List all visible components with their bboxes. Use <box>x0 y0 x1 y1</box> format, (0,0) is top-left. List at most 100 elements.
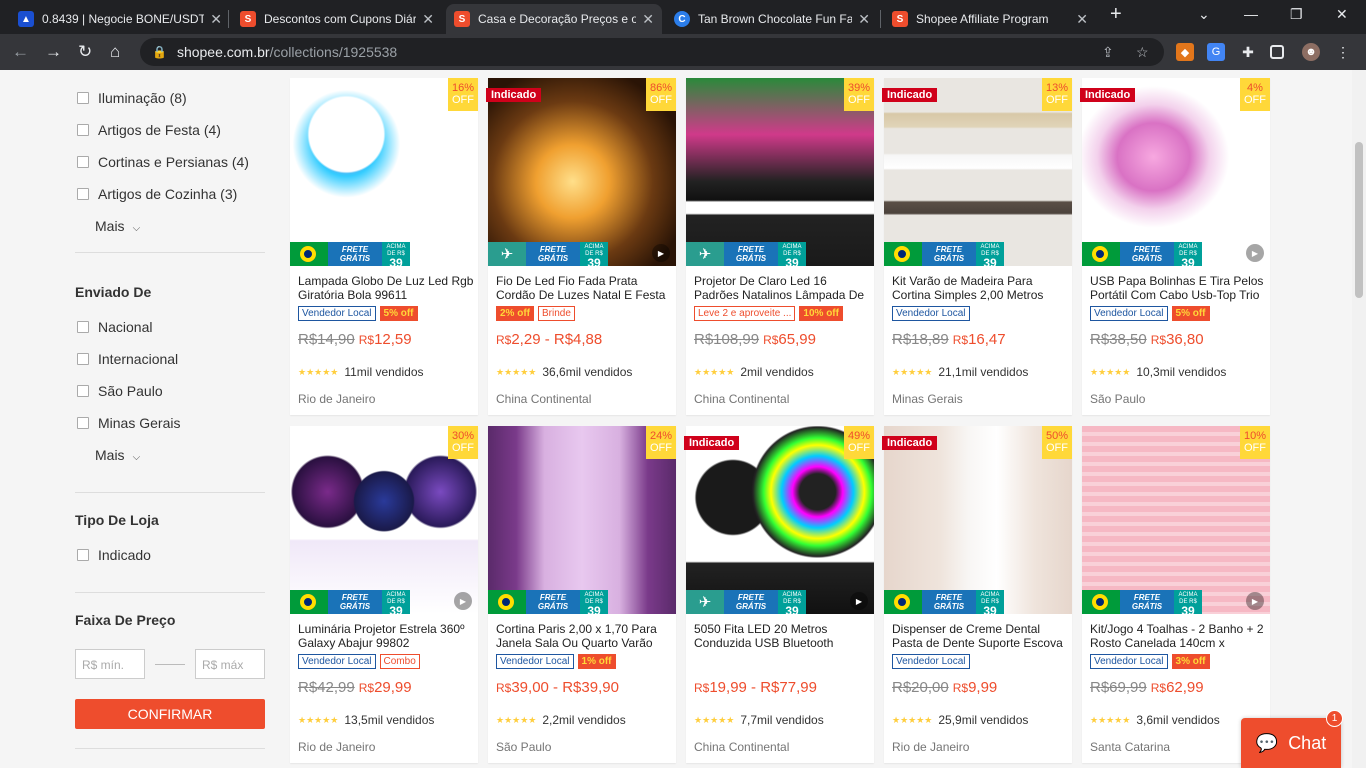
filter-nacional[interactable]: Nacional <box>77 319 152 335</box>
checkbox[interactable] <box>77 124 89 136</box>
product-name[interactable]: Luminária Projetor Estrela 360º Galaxy A… <box>298 622 474 650</box>
checkbox[interactable] <box>77 321 89 333</box>
browser-menu-icon[interactable]: ⋮ <box>1334 43 1352 61</box>
rating-row: ★★★★★ 11mil vendidos <box>298 365 424 379</box>
checkbox[interactable] <box>77 417 89 429</box>
indicado-badge: Indicado <box>684 436 740 450</box>
new-tab-icon[interactable]: + <box>1110 3 1122 26</box>
checkbox[interactable] <box>77 549 89 561</box>
page-scrollbar[interactable] <box>1352 70 1366 768</box>
product-card[interactable]: 10% OFF FRETE GRÁTIS ACIMA DE R$ 39 ▶ Kit/Jo… <box>1082 426 1270 763</box>
bookmark-star-icon[interactable]: ☆ <box>1136 44 1149 61</box>
metamask-extension-icon[interactable]: ◆ <box>1176 43 1194 61</box>
acima-value: 39 <box>785 604 799 618</box>
tab-casa-decoracao[interactable]: S Casa e Decoração Preços e ofertas ✕ <box>446 4 662 34</box>
frete-line1: FRETE <box>1133 245 1161 254</box>
close-window-icon[interactable]: ✕ <box>1336 6 1348 23</box>
filter-indicado[interactable]: Indicado <box>77 547 151 563</box>
back-arrow-icon[interactable]: ← <box>12 42 29 62</box>
filter-category-cozinha[interactable]: Artigos de Cozinha (3) <box>77 186 237 202</box>
filter-category-artigos-festa[interactable]: Artigos de Festa (4) <box>77 122 221 138</box>
product-price: R$14,90 R$12,59 <box>298 331 412 348</box>
brazil-flag-icon <box>884 590 922 614</box>
video-play-icon[interactable]: ▶ <box>652 244 670 262</box>
scrollbar-thumb[interactable] <box>1355 142 1363 298</box>
filter-minas-gerais[interactable]: Minas Gerais <box>77 415 180 431</box>
minimize-icon[interactable]: — <box>1244 6 1258 22</box>
product-name[interactable]: Projetor De Claro Led 16 Padrões Natalin… <box>694 274 870 302</box>
product-name[interactable]: Kit/Jogo 4 Toalhas - 2 Banho + 2 Rosto C… <box>1090 622 1266 650</box>
video-play-icon[interactable]: ▶ <box>454 592 472 610</box>
product-card[interactable]: Indicado 13% OFF FRETE GRÁTIS ACIMA DE R$ 39… <box>882 78 1072 415</box>
extensions-puzzle-icon[interactable]: ✚ <box>1239 43 1257 61</box>
address-bar[interactable]: 🔒 shopee.com.br /collections/1925538 ⇪ ☆ <box>140 38 1164 66</box>
price-max-input[interactable]: R$ máx <box>195 649 265 679</box>
product-name[interactable]: Fio De Led Fio Fada Prata Cordão De Luze… <box>496 274 672 302</box>
tab-tan-brown[interactable]: C Tan Brown Chocolate Fun Facts ✕ <box>666 4 878 34</box>
checkbox[interactable] <box>77 353 89 365</box>
product-name[interactable]: USB Papa Bolinhas E Tira Pelos Portátil … <box>1090 274 1266 302</box>
currency: R$ <box>1150 333 1167 347</box>
acima-label: ACIMA DE R$ 39 <box>976 590 1004 617</box>
tab-search-chevron-icon[interactable]: ⌄ <box>1198 6 1210 23</box>
profile-avatar[interactable]: ☻ <box>1302 43 1320 61</box>
product-card[interactable]: Indicado 86% OFF ✈ FRETE GRÁTIS ACIMA DE R$ 3… <box>486 78 676 415</box>
video-play-icon[interactable]: ▶ <box>850 592 868 610</box>
product-card[interactable]: 39% OFF ✈ FRETE GRÁTIS ACIMA DE R$ 39 Projeto… <box>686 78 874 415</box>
frete-gratis-banner: ✈ FRETE GRÁTIS ACIMA DE R$ 39 <box>686 590 806 618</box>
price-min-input[interactable]: R$ mín. <box>75 649 145 679</box>
product-card[interactable]: 24% OFF FRETE GRÁTIS ACIMA DE R$ 39 Cortina … <box>488 426 676 763</box>
chat-button[interactable]: 💬 Chat <box>1241 718 1341 768</box>
filter-sao-paulo[interactable]: São Paulo <box>77 383 163 399</box>
checkbox[interactable] <box>77 385 89 397</box>
reload-icon[interactable]: ↻ <box>78 42 92 62</box>
close-tab-icon[interactable]: ✕ <box>642 11 654 28</box>
side-panel-icon[interactable] <box>1270 45 1284 59</box>
forward-arrow-icon[interactable]: → <box>45 42 62 62</box>
five-stars-icon: ★★★★★ <box>694 714 735 725</box>
checkbox[interactable] <box>77 188 89 200</box>
five-stars-icon: ★★★★★ <box>298 714 339 725</box>
video-play-icon[interactable]: ▶ <box>1246 592 1264 610</box>
close-tab-icon[interactable]: ✕ <box>422 11 434 28</box>
product-card[interactable]: 30% OFF FRETE GRÁTIS ACIMA DE R$ 39 ▶ Luminá… <box>290 426 478 763</box>
close-tab-icon[interactable]: ✕ <box>1076 11 1088 28</box>
video-play-icon[interactable]: ▶ <box>1246 244 1264 262</box>
acima-value: 39 <box>785 256 799 270</box>
acima-label: ACIMA DE R$ 39 <box>1174 242 1202 269</box>
shopee-affiliate-favicon-icon: S <box>892 11 908 27</box>
filter-internacional[interactable]: Internacional <box>77 351 178 367</box>
product-name[interactable]: Kit Varão de Madeira Para Cortina Simple… <box>892 274 1068 302</box>
close-tab-icon[interactable]: ✕ <box>858 11 870 28</box>
share-icon[interactable]: ⇪ <box>1102 44 1114 61</box>
enviado-more-button[interactable]: Mais ⌵ <box>95 447 140 463</box>
filter-category-iluminacao[interactable]: Iluminação (8) <box>77 90 187 106</box>
tab-descontos-cupons[interactable]: S Descontos com Cupons Diários ✕ <box>232 4 442 34</box>
restore-icon[interactable]: ❐ <box>1290 6 1303 23</box>
product-name[interactable]: 5050 Fita LED 20 Metros Conduzida USB Bl… <box>694 622 870 650</box>
google-translate-icon[interactable]: G <box>1207 43 1225 61</box>
discount-badge: 50% OFF <box>1042 426 1072 459</box>
checkbox[interactable] <box>77 92 89 104</box>
home-icon[interactable]: ⌂ <box>110 42 120 62</box>
product-card[interactable]: Indicado 4% OFF FRETE GRÁTIS ACIMA DE R$ 39 … <box>1080 78 1270 415</box>
tab-shopee-affiliate[interactable]: S Shopee Affiliate Program ✕ <box>884 4 1096 34</box>
filter-category-cortinas[interactable]: Cortinas e Persianas (4) <box>77 154 249 170</box>
product-card[interactable]: Indicado 50% OFF FRETE GRÁTIS ACIMA DE R$ 39… <box>882 426 1072 763</box>
airplane-icon: ✈ <box>686 590 724 614</box>
product-card[interactable]: 16% OFF FRETE GRÁTIS ACIMA DE R$ 39 Lampada … <box>290 78 478 415</box>
shopee-favicon-icon: S <box>240 11 256 27</box>
tipo-de-loja-heading: Tipo De Loja <box>75 512 159 528</box>
checkbox[interactable] <box>77 156 89 168</box>
confirm-price-button[interactable]: CONFIRMAR <box>75 699 265 729</box>
product-name[interactable]: Cortina Paris 2,00 x 1,70 Para Janela Sa… <box>496 622 672 650</box>
currency: R$ <box>952 681 969 695</box>
categories-more-button[interactable]: Mais ⌵ <box>95 218 140 234</box>
product-card[interactable]: Indicado 49% OFF ✈ FRETE GRÁTIS ACIMA DE R$ 3… <box>684 426 874 763</box>
close-tab-icon[interactable]: ✕ <box>210 11 222 28</box>
discount-badge: 86% OFF <box>646 78 676 111</box>
product-name[interactable]: Dispenser de Creme Dental Pasta de Dente… <box>892 622 1068 650</box>
filter-label: Indicado <box>98 547 151 563</box>
product-name[interactable]: Lampada Globo De Luz Led Rgb Giratória B… <box>298 274 474 302</box>
tab-bone-usdt[interactable]: ▲ 0.8439 | Negocie BONE/USDT ✕ <box>10 4 230 34</box>
